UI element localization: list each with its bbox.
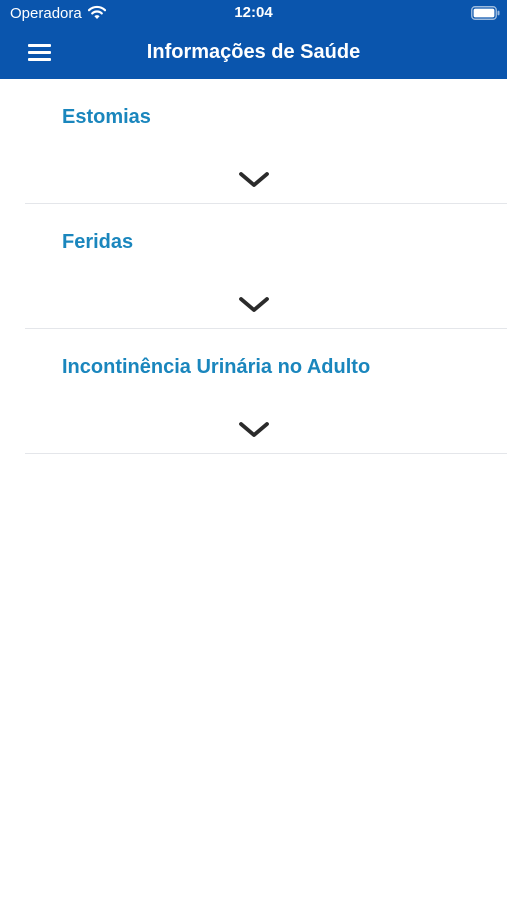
page-title: Informações de Saúde [146, 41, 361, 63]
section-item-estomias[interactable]: Estomias [25, 79, 507, 204]
section-title: Feridas [62, 231, 134, 253]
chevron-down-icon[interactable] [238, 421, 270, 439]
section-title: Estomias [62, 106, 151, 128]
section-title: Incontinência Urinária no Adulto [62, 356, 371, 378]
navigation-bar: Informações de Saúde [0, 28, 507, 79]
app-header: Operadora 12:04 Informações de Saúde [0, 0, 507, 79]
status-bar: Operadora 12:04 [0, 0, 507, 28]
chevron-down-icon[interactable] [238, 296, 270, 314]
chevron-down-icon[interactable] [238, 171, 270, 189]
battery-icon [471, 6, 500, 20]
status-time: 12:04 [234, 4, 273, 21]
section-list: Estomias Feridas Incontinência Urinária … [0, 79, 507, 454]
section-item-incontinencia[interactable]: Incontinência Urinária no Adulto [25, 329, 507, 454]
section-item-feridas[interactable]: Feridas [25, 204, 507, 329]
